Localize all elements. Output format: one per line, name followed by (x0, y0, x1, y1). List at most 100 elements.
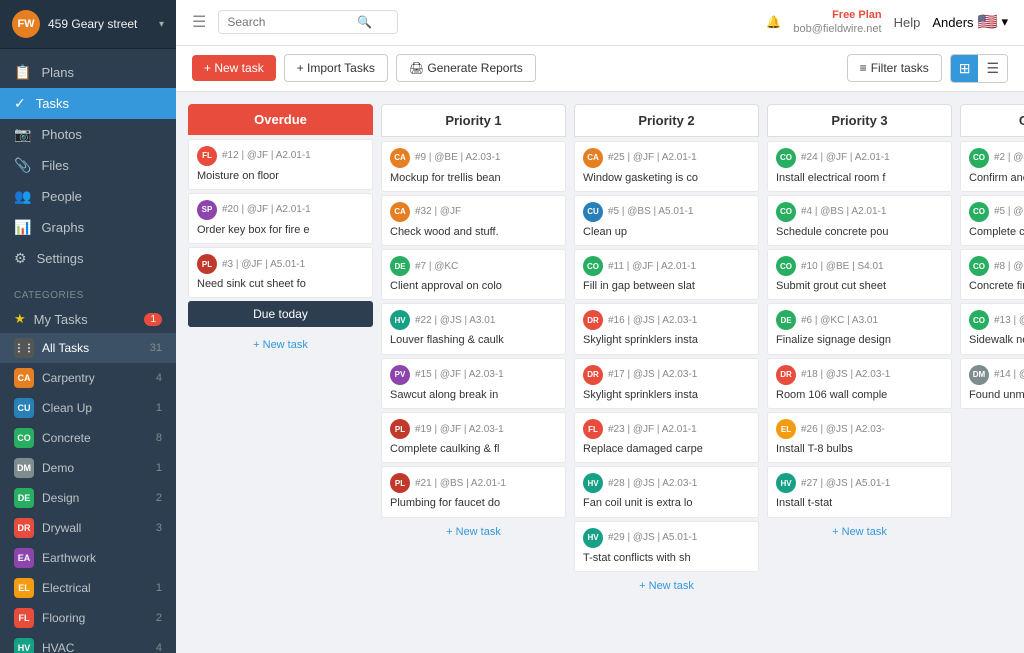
category-badge: CA (14, 368, 34, 388)
sidebar: FW 459 Geary street ▾ 📋 Plans ✓ Tasks 📷 … (0, 0, 176, 653)
task-card[interactable]: EL #26 | @JS | A2.03- Install T-8 bulbs (767, 412, 952, 463)
sidebar-item-photos[interactable]: 📷 Photos (0, 119, 176, 150)
help-button[interactable]: Help (894, 15, 921, 30)
sidebar-item-carpentry[interactable]: CA Carpentry 4 (0, 363, 176, 393)
column-header-priority3: Priority 3 (767, 104, 952, 137)
task-card[interactable]: CO #13 | @JF | A2.01-1 Sidewalk needs to… (960, 303, 1024, 354)
new-task-inline-button[interactable]: + New task (767, 521, 952, 543)
sidebar-item-my-tasks[interactable]: ★ My Tasks 1 (0, 305, 176, 333)
sidebar-label-people: People (41, 189, 81, 204)
people-icon: 👥 (14, 188, 31, 205)
task-avatar: CO (969, 256, 989, 276)
task-header: CA #9 | @BE | A2.03-1 (390, 148, 557, 168)
sidebar-item-demo[interactable]: DM Demo 1 (0, 453, 176, 483)
task-card[interactable]: CA #9 | @BE | A2.03-1 Mockup for trellis… (381, 141, 566, 192)
new-task-inline-button[interactable]: + New task (381, 521, 566, 543)
search-box[interactable]: 🔍 (218, 10, 398, 34)
column-body: CO #2 | @JF | S4.01 Confirm anchor bolt … (960, 141, 1024, 641)
sidebar-item-earthwork[interactable]: EA Earthwork (0, 543, 176, 573)
task-card[interactable]: CO #2 | @JF | S4.01 Confirm anchor bolt … (960, 141, 1024, 192)
sidebar-item-graphs[interactable]: 📊 Graphs (0, 212, 176, 243)
toolbar-right: ≡ Filter tasks ⊞ ☰ (847, 54, 1008, 83)
task-card[interactable]: CO #8 | @BS Concrete finish mockup (960, 249, 1024, 300)
sidebar-item-files[interactable]: 📎 Files (0, 150, 176, 181)
category-badge: FL (14, 608, 34, 628)
sidebar-item-people[interactable]: 👥 People (0, 181, 176, 212)
task-card[interactable]: DR #16 | @JS | A2.03-1 Skylight sprinkle… (574, 303, 759, 354)
task-title: Install t-stat (776, 496, 943, 510)
category-count: 4 (156, 642, 162, 653)
category-badge: DM (14, 458, 34, 478)
task-card[interactable]: PL #21 | @BS | A2.01-1 Plumbing for fauc… (381, 466, 566, 517)
list-view-button[interactable]: ☰ (978, 55, 1007, 82)
sidebar-item-plans[interactable]: 📋 Plans (0, 57, 176, 88)
sidebar-item-hvac[interactable]: HV HVAC 4 (0, 633, 176, 653)
task-meta: #32 | @JF (415, 206, 461, 217)
task-card[interactable]: PL #19 | @JF | A2.03-1 Complete caulking… (381, 412, 566, 463)
task-avatar: CA (583, 148, 603, 168)
task-meta: #13 | @JF | A2.01-1 (994, 315, 1024, 326)
all-tasks-count: 31 (150, 342, 162, 354)
sidebar-header[interactable]: FW 459 Geary street ▾ (0, 0, 176, 49)
app-logo: FW (12, 10, 40, 38)
filter-tasks-button[interactable]: ≡ Filter tasks (847, 54, 942, 82)
free-plan-info: Free Plan bob@fieldwire.net (793, 8, 881, 37)
task-card[interactable]: CO #11 | @JF | A2.01-1 Fill in gap betwe… (574, 249, 759, 300)
sidebar-item-concrete[interactable]: CO Concrete 8 (0, 423, 176, 453)
new-task-inline-button[interactable]: + New task (574, 575, 759, 597)
task-card[interactable]: CA #32 | @JF Check wood and stuff. (381, 195, 566, 246)
sidebar-label-files: Files (41, 158, 68, 173)
task-meta: #10 | @BE | S4.01 (801, 261, 884, 272)
task-meta: #5 | @BS | A5.01-1 (608, 206, 693, 217)
sidebar-item-tasks[interactable]: ✓ Tasks (0, 88, 176, 119)
task-card[interactable]: DR #18 | @JS | A2.03-1 Room 106 wall com… (767, 358, 952, 409)
sidebar-item-flooring[interactable]: FL Flooring 2 (0, 603, 176, 633)
sidebar-item-settings[interactable]: ⚙ Settings (0, 243, 176, 274)
bell-icon[interactable]: 🔔 (766, 15, 781, 29)
category-label: Demo (42, 461, 74, 475)
task-card[interactable]: DM #14 | @KC | A2.01-1 Found unmarked ut… (960, 358, 1024, 409)
task-card[interactable]: PL #3 | @JF | A5.01-1 Need sink cut shee… (188, 247, 373, 298)
task-avatar: CO (776, 148, 796, 168)
task-card[interactable]: SP #20 | @JF | A2.01-1 Order key box for… (188, 193, 373, 244)
sidebar-item-drywall[interactable]: DR Drywall 3 (0, 513, 176, 543)
category-label: Design (42, 491, 79, 505)
menu-icon[interactable]: ☰ (192, 12, 206, 32)
task-card[interactable]: DE #6 | @KC | A3.01 Finalize signage des… (767, 303, 952, 354)
task-card[interactable]: PV #15 | @JF | A2.03-1 Sawcut along brea… (381, 358, 566, 409)
sidebar-item-electrical[interactable]: EL Electrical 1 (0, 573, 176, 603)
task-card[interactable]: CU #5 | @BS | A5.01-1 Clean up (574, 195, 759, 246)
task-header: PL #21 | @BS | A2.01-1 (390, 473, 557, 493)
task-card[interactable]: HV #22 | @JS | A3.01 Louver flashing & c… (381, 303, 566, 354)
category-badge: DR (14, 518, 34, 538)
task-card[interactable]: FL #23 | @JF | A2.01-1 Replace damaged c… (574, 412, 759, 463)
task-title: Submit grout cut sheet (776, 279, 943, 293)
task-card[interactable]: HV #27 | @JS | A5.01-1 Install t-stat (767, 466, 952, 517)
sidebar-item-clean-up[interactable]: CU Clean Up 1 (0, 393, 176, 423)
task-card[interactable]: HV #29 | @JS | A5.01-1 T-stat conflicts … (574, 521, 759, 572)
task-card[interactable]: CO #10 | @BE | S4.01 Submit grout cut sh… (767, 249, 952, 300)
task-card[interactable]: HV #28 | @JS | A2.03-1 Fan coil unit is … (574, 466, 759, 517)
category-badge: DE (14, 488, 34, 508)
task-card[interactable]: CO #24 | @JF | A2.01-1 Install electrica… (767, 141, 952, 192)
task-card[interactable]: DR #17 | @JS | A2.03-1 Skylight sprinkle… (574, 358, 759, 409)
grid-view-button[interactable]: ⊞ (951, 55, 979, 82)
new-task-inline-button[interactable]: + New task (960, 412, 1024, 434)
user-menu-button[interactable]: Anders 🇺🇸 ▾ (932, 12, 1008, 32)
generate-reports-button[interactable]: 🖨 Generate Reports (396, 54, 536, 82)
task-meta: #21 | @BS | A2.01-1 (415, 478, 506, 489)
category-count: 8 (156, 432, 162, 444)
sidebar-item-design[interactable]: DE Design 2 (0, 483, 176, 513)
task-card[interactable]: DE #7 | @KC Client approval on colo (381, 249, 566, 300)
import-tasks-button[interactable]: + Import Tasks (284, 54, 388, 82)
task-card[interactable]: CO #4 | @BS | A2.01-1 Schedule concrete … (767, 195, 952, 246)
task-card[interactable]: CA #25 | @JF | A2.01-1 Window gasketing … (574, 141, 759, 192)
sidebar-item-all-tasks[interactable]: ⋮⋮ All Tasks 31 (0, 333, 176, 363)
task-card[interactable]: FL #12 | @JF | A2.01-1 Moisture on floor (188, 139, 373, 190)
task-card[interactable]: CO #5 | @BE | S2.01-1 Complete concrete … (960, 195, 1024, 246)
free-plan-title: Free Plan (793, 8, 881, 22)
task-avatar: EL (776, 419, 796, 439)
new-task-inline-button[interactable]: + New task (188, 334, 373, 356)
search-input[interactable] (227, 15, 357, 29)
new-task-button[interactable]: + New task (192, 55, 276, 81)
